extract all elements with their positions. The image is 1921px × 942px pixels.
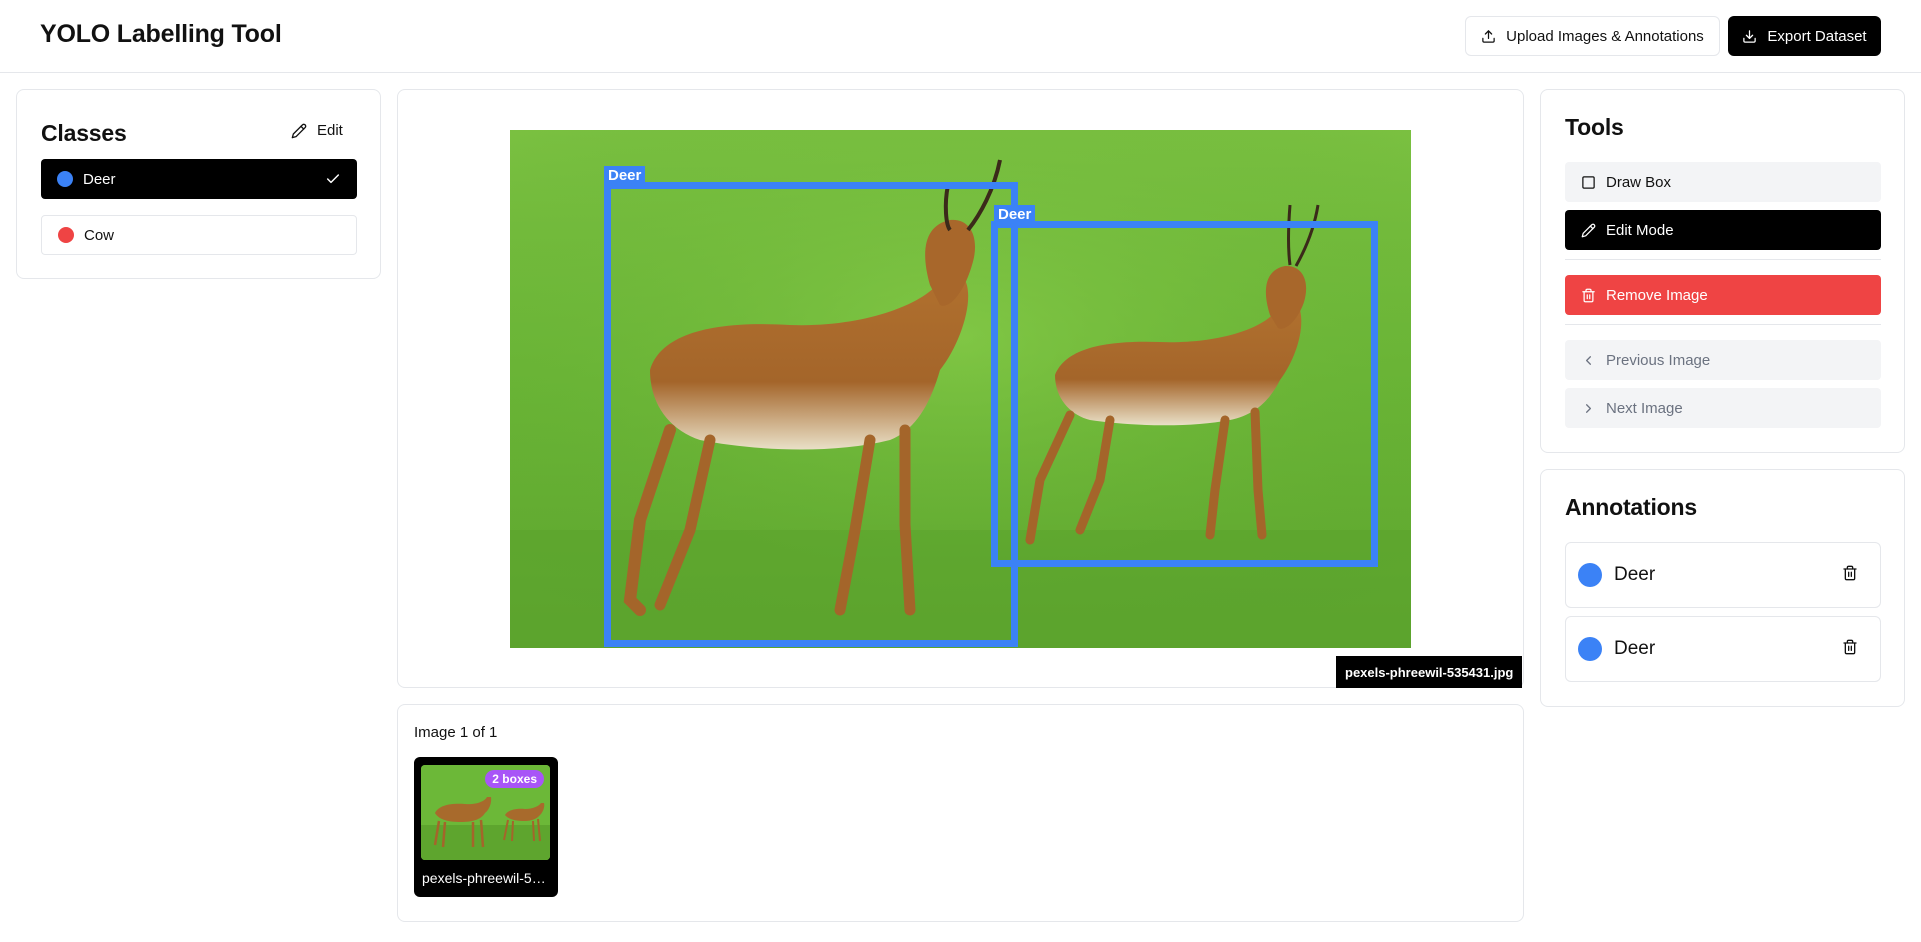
- trash-icon[interactable]: [1842, 565, 1858, 587]
- trash-icon: [1581, 288, 1596, 303]
- draw-box-label: Draw Box: [1606, 173, 1672, 191]
- annotation-color-dot: [1578, 637, 1602, 661]
- divider: [1565, 259, 1881, 260]
- class-item-deer[interactable]: Deer: [41, 159, 357, 199]
- app-title: YOLO Labelling Tool: [40, 20, 282, 48]
- class-color-dot: [58, 227, 74, 243]
- next-image-label: Next Image: [1606, 399, 1683, 417]
- image-thumbnail[interactable]: 2 boxes pexels-phreewil-535431.jpg: [414, 757, 558, 897]
- annotation-item[interactable]: Deer: [1565, 542, 1881, 608]
- pencil-icon: [291, 123, 307, 139]
- annotations-title: Annotations: [1565, 494, 1697, 520]
- bounding-box-label: Deer: [994, 205, 1036, 225]
- tools-panel: Tools Draw Box Edit Mode Remove Image Pr…: [1540, 89, 1905, 453]
- draw-box-button[interactable]: Draw Box: [1565, 162, 1881, 202]
- export-button-label: Export Dataset: [1767, 27, 1867, 45]
- image-strip: Image 1 of 1 2 boxes pexels-phreewil-535…: [397, 704, 1524, 922]
- bounding-box-deer-2[interactable]: [991, 221, 1378, 567]
- tools-title: Tools: [1565, 114, 1624, 140]
- annotation-item[interactable]: Deer: [1565, 616, 1881, 682]
- classes-panel: Classes Edit Deer Cow: [16, 89, 381, 279]
- app-header: YOLO Labelling Tool Upload Images & Anno…: [0, 0, 1921, 73]
- divider: [1565, 324, 1881, 325]
- class-color-dot: [57, 171, 73, 187]
- upload-button[interactable]: Upload Images & Annotations: [1465, 16, 1720, 56]
- check-icon: [325, 171, 341, 191]
- download-icon: [1742, 29, 1757, 44]
- upload-icon: [1481, 29, 1496, 44]
- thumbnail-image: 2 boxes: [421, 765, 550, 860]
- thumbnail-filename: pexels-phreewil-535431.jpg: [422, 870, 552, 886]
- bounding-box-deer-1[interactable]: [604, 182, 1018, 647]
- previous-image-button[interactable]: Previous Image: [1565, 340, 1881, 380]
- bounding-box-label: Deer: [604, 166, 646, 186]
- annotation-color-dot: [1578, 563, 1602, 587]
- class-item-label: Cow: [84, 226, 115, 244]
- edit-mode-label: Edit Mode: [1606, 221, 1674, 239]
- next-image-button[interactable]: Next Image: [1565, 388, 1881, 428]
- class-item-label: Deer: [83, 170, 116, 188]
- previous-image-label: Previous Image: [1606, 351, 1711, 369]
- box-count-badge: 2 boxes: [485, 770, 544, 788]
- filename-label: pexels-phreewil-535431.jpg: [1336, 656, 1523, 688]
- remove-image-button[interactable]: Remove Image: [1565, 275, 1881, 315]
- edit-classes-button[interactable]: Edit: [291, 122, 343, 139]
- remove-image-label: Remove Image: [1606, 286, 1708, 304]
- upload-button-label: Upload Images & Annotations: [1506, 27, 1704, 45]
- annotation-label: Deer: [1614, 564, 1656, 585]
- annotations-panel: Annotations Deer Deer: [1540, 469, 1905, 707]
- chevron-left-icon: [1581, 353, 1596, 368]
- class-item-cow[interactable]: Cow: [41, 215, 357, 255]
- image-count: Image 1 of 1: [414, 724, 498, 741]
- square-icon: [1581, 175, 1596, 190]
- edit-classes-label: Edit: [317, 122, 343, 139]
- edit-mode-button[interactable]: Edit Mode: [1565, 210, 1881, 250]
- pencil-icon: [1581, 223, 1596, 238]
- classes-title: Classes: [41, 120, 127, 146]
- trash-icon[interactable]: [1842, 639, 1858, 661]
- chevron-right-icon: [1581, 401, 1596, 416]
- export-button[interactable]: Export Dataset: [1728, 16, 1881, 56]
- annotation-label: Deer: [1614, 638, 1656, 659]
